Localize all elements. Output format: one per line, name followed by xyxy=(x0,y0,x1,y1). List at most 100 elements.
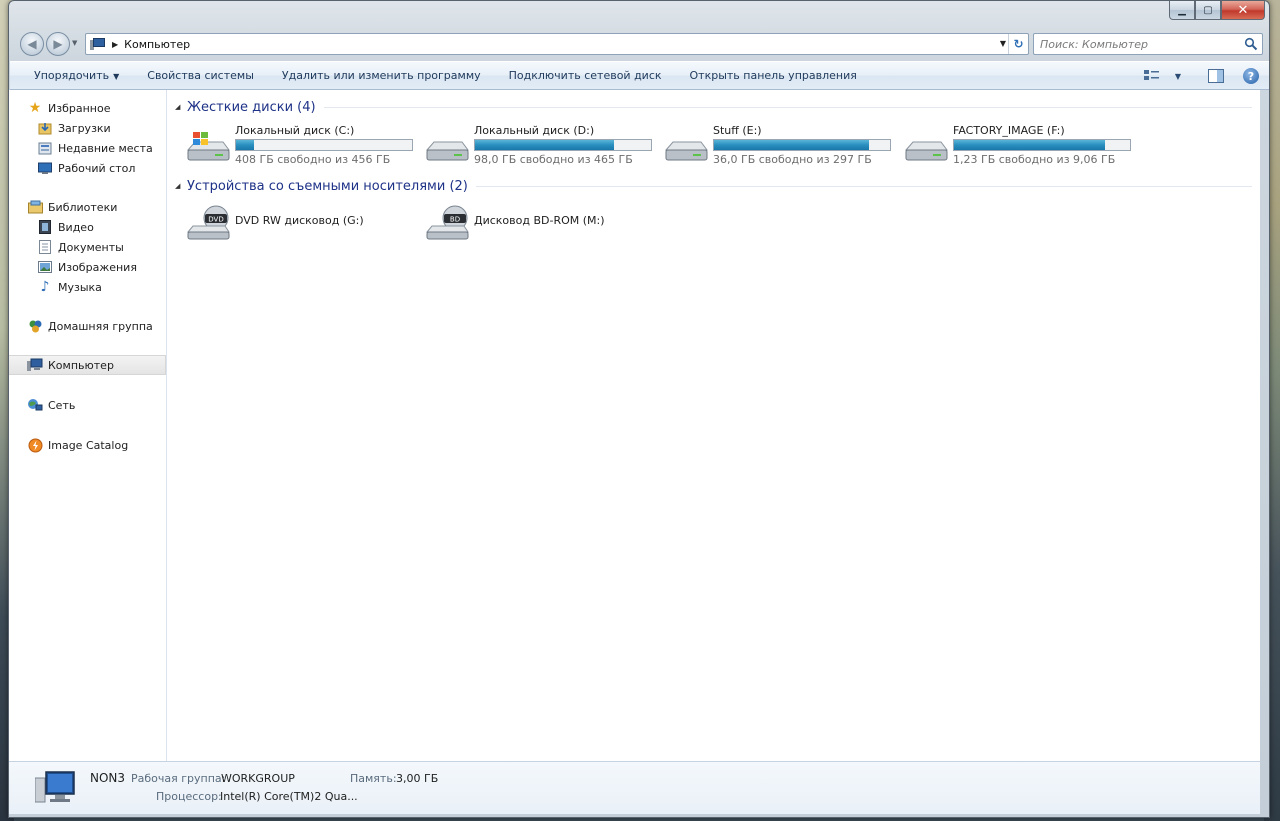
address-bar[interactable]: ▶ Компьютер ▼ ↻ xyxy=(85,33,1029,55)
sidebar-item-music[interactable]: ♪ Музыка xyxy=(9,277,166,297)
sidebar-item-label: Избранное xyxy=(48,101,111,115)
breadcrumb-arrow-icon[interactable]: ▶ xyxy=(112,40,118,49)
recent-pages-dropdown[interactable]: ▼ xyxy=(72,39,77,47)
star-icon: ★ xyxy=(28,100,42,116)
recent-places-icon xyxy=(37,140,53,156)
optical-drive-icon: BD xyxy=(425,205,469,240)
search-icon[interactable] xyxy=(1244,37,1258,51)
sidebar-item-documents[interactable]: Документы xyxy=(9,237,166,257)
drive-usage-bar xyxy=(235,139,413,151)
sidebar-item-downloads[interactable]: Загрузки xyxy=(9,118,166,138)
address-dropdown-icon[interactable]: ▼ xyxy=(1000,39,1006,48)
sidebar-item-desktop[interactable]: Рабочий стол xyxy=(9,158,166,178)
content-area: ◢ Жесткие диски (4) Локальный диск (C:) 4… xyxy=(167,90,1260,761)
libraries-icon xyxy=(27,199,43,215)
drive-usage-fill xyxy=(954,140,1106,150)
drive-name: Stuff (E:) xyxy=(713,124,762,137)
open-control-panel-button[interactable]: Открыть панель управления xyxy=(676,69,871,82)
sidebar-item-label: Документы xyxy=(58,240,124,254)
drive-name: Дисковод BD-ROM (M:) xyxy=(474,214,605,227)
group-header-removable[interactable]: ◢ Устройства со съемными носителями (2) xyxy=(167,177,1260,195)
computer-name: NON3 xyxy=(90,771,126,785)
title-bar[interactable]: ▁ ▢ ✕ xyxy=(9,1,1269,29)
drive-name: DVD RW дисковод (G:) xyxy=(235,214,364,227)
desktop-icon xyxy=(37,160,53,176)
sidebar-item-network[interactable]: Сеть xyxy=(9,395,166,415)
help-icon[interactable]: ? xyxy=(1243,68,1259,84)
hard-drive-icon xyxy=(664,141,708,161)
sidebar-item-homegroup[interactable]: Домашняя группа xyxy=(9,316,166,336)
optical-drive-tile[interactable]: BD Дисковод BD-ROM (M:) xyxy=(424,200,662,240)
drive-usage-fill xyxy=(475,140,615,150)
sidebar-item-label: Изображения xyxy=(58,260,137,274)
optical-badge: BD xyxy=(450,216,460,224)
search-input[interactable]: Поиск: Компьютер xyxy=(1033,33,1263,55)
sidebar-item-video[interactable]: Видео xyxy=(9,217,166,237)
drive-name: FACTORY_IMAGE (F:) xyxy=(953,124,1065,137)
downloads-folder-icon xyxy=(37,120,53,136)
address-row: ◀ ▶ ▼ ▶ Компьютер ▼ ↻ Поиск: Компьютер xyxy=(9,31,1269,57)
breadcrumb[interactable]: Компьютер xyxy=(124,38,190,51)
chevron-down-icon: ▼ xyxy=(113,72,120,81)
group-header-hard-drives[interactable]: ◢ Жесткие диски (4) xyxy=(167,98,1260,116)
organize-label: Упорядочить xyxy=(34,69,110,82)
drive-usage-bar xyxy=(474,139,652,151)
collapse-triangle-icon[interactable]: ◢ xyxy=(175,103,187,111)
drive-tile[interactable]: Локальный диск (C:) 408 ГБ свободно из 45… xyxy=(185,124,423,166)
optical-badge: DVD xyxy=(208,216,223,224)
change-view-button[interactable] xyxy=(1143,67,1161,85)
computer-monitor-icon xyxy=(35,771,75,803)
system-properties-button[interactable]: Свойства системы xyxy=(133,69,268,82)
video-icon xyxy=(37,219,53,235)
memory-value: 3,00 ГБ xyxy=(396,772,439,785)
view-options-icon xyxy=(1144,70,1159,80)
sidebar-item-favorites[interactable]: ★ Избранное xyxy=(9,98,166,118)
organize-button[interactable]: Упорядочить ▼ xyxy=(10,69,133,82)
uninstall-program-button[interactable]: Удалить или изменить программу xyxy=(268,69,495,82)
optical-drive-icon: DVD xyxy=(186,205,230,240)
sidebar-item-label: Недавние места xyxy=(58,141,153,155)
sidebar-item-label: Домашняя группа xyxy=(48,319,153,333)
drive-name: Локальный диск (C:) xyxy=(235,124,355,137)
navigation-pane: ★ Избранное Загрузки Недавние места Рабо… xyxy=(9,90,167,761)
sidebar-item-libraries[interactable]: Библиотеки xyxy=(9,197,166,217)
drive-usage-bar xyxy=(953,139,1131,151)
back-arrow-icon: ◀ xyxy=(27,37,37,51)
documents-icon xyxy=(37,239,53,255)
sidebar-item-pictures[interactable]: Изображения xyxy=(9,257,166,277)
drive-free-space: 408 ГБ свободно из 456 ГБ xyxy=(235,153,391,166)
forward-button[interactable]: ▶ xyxy=(46,32,70,56)
homegroup-icon xyxy=(27,318,43,334)
cpu-label: Процессор: xyxy=(156,790,222,803)
group-title: Устройства со съемными носителями (2) xyxy=(187,178,468,194)
group-divider xyxy=(475,185,1252,187)
cpu-value: Intel(R) Core(TM)2 Qua... xyxy=(220,790,358,803)
collapse-triangle-icon[interactable]: ◢ xyxy=(175,182,187,190)
music-note-icon: ♪ xyxy=(40,279,50,295)
drive-tile[interactable]: Stuff (E:) 36,0 ГБ свободно из 297 ГБ xyxy=(663,124,901,166)
drive-usage-fill xyxy=(714,140,869,150)
sidebar-item-image-catalog[interactable]: Image Catalog xyxy=(9,435,166,455)
pictures-icon xyxy=(37,259,53,275)
sidebar-item-computer[interactable]: Компьютер xyxy=(9,355,166,375)
close-button[interactable]: ✕ xyxy=(1221,1,1265,20)
minimize-button[interactable]: ▁ xyxy=(1169,1,1195,20)
maximize-button[interactable]: ▢ xyxy=(1195,1,1221,20)
preview-pane-button[interactable] xyxy=(1207,67,1225,85)
back-button[interactable]: ◀ xyxy=(20,32,44,56)
sidebar-item-recent[interactable]: Недавние места xyxy=(9,138,166,158)
sidebar-item-label: Музыка xyxy=(58,280,102,294)
group-title: Жесткие диски (4) xyxy=(187,99,316,115)
drive-usage-bar xyxy=(713,139,891,151)
refresh-button[interactable]: ↻ xyxy=(1008,34,1028,54)
map-network-drive-button[interactable]: Подключить сетевой диск xyxy=(495,69,676,82)
computer-icon xyxy=(27,357,43,373)
drive-tile[interactable]: Локальный диск (D:) 98,0 ГБ свободно из 4… xyxy=(424,124,662,166)
details-pane: NON3 Рабочая группа: WORKGROUP Память: 3… xyxy=(9,761,1260,814)
optical-drive-tile[interactable]: DVD DVD RW дисковод (G:) xyxy=(185,200,423,240)
view-dropdown-icon[interactable]: ▼ xyxy=(1169,67,1187,85)
command-bar: Упорядочить ▼ Свойства системы Удалить ил… xyxy=(10,61,1269,90)
image-catalog-icon xyxy=(27,437,43,453)
workgroup-value: WORKGROUP xyxy=(221,772,295,785)
drive-tile[interactable]: FACTORY_IMAGE (F:) 1,23 ГБ свободно из 9,… xyxy=(903,124,1141,166)
